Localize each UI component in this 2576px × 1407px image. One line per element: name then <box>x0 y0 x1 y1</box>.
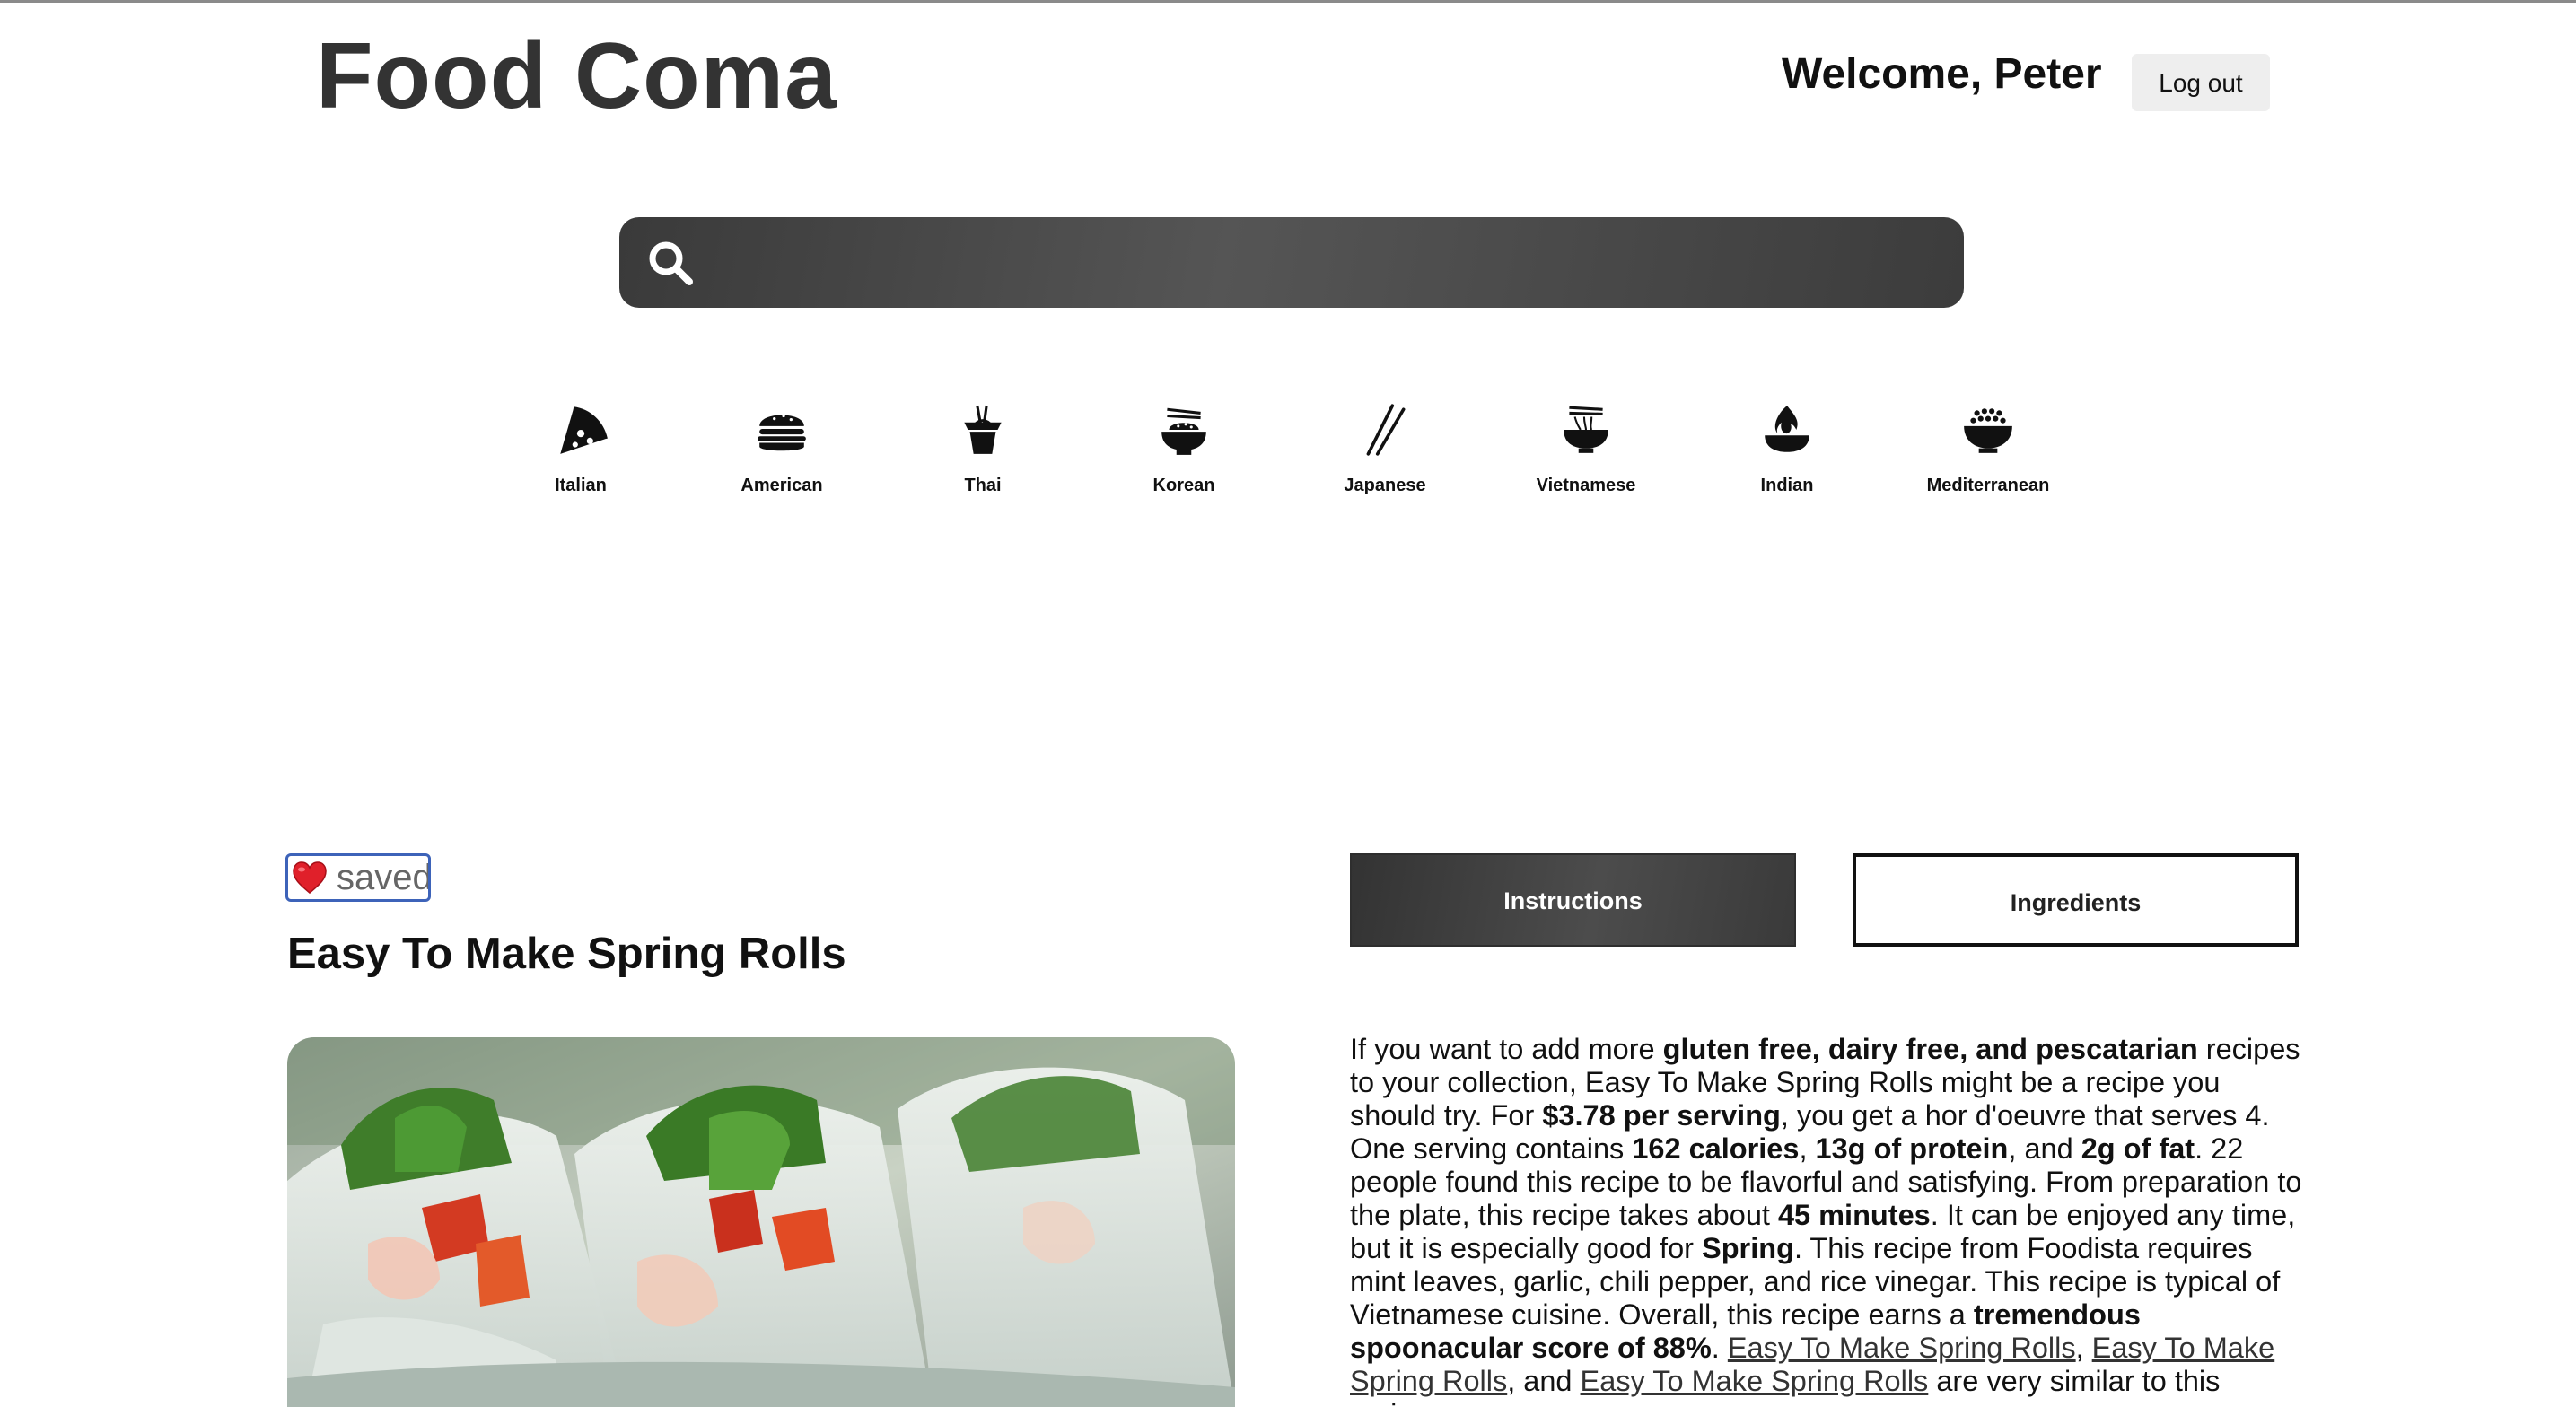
search-icon[interactable] <box>646 239 695 287</box>
summary-text: , <box>2075 1332 2092 1364</box>
recipe-image <box>287 1037 1235 1407</box>
search-input[interactable] <box>709 217 1951 310</box>
summary-text: , <box>1799 1132 1816 1165</box>
cuisine-label: Italian <box>555 476 607 495</box>
takeout-box-icon <box>964 405 1002 454</box>
summary-highlight: 2g of fat <box>2081 1132 2195 1165</box>
cuisine-item-italian[interactable]: Italian <box>480 402 681 496</box>
cuisine-item-japanese[interactable]: Japanese <box>1284 402 1485 496</box>
pizza-icon <box>560 406 608 454</box>
heart-icon <box>293 861 327 894</box>
logout-button[interactable]: Log out <box>2132 54 2270 111</box>
recipe-summary: If you want to add more gluten free, dai… <box>1350 1033 2307 1407</box>
cuisine-label: Japanese <box>1344 476 1426 495</box>
chopsticks-icon <box>1366 404 1406 456</box>
cuisine-label: Vietnamese <box>1536 476 1636 495</box>
summary-highlight: gluten free, dairy free, and pescatarian <box>1662 1033 2198 1065</box>
recipe-title: Easy To Make Spring Rolls <box>287 930 846 978</box>
summary-text: , and <box>1507 1365 1581 1397</box>
summary-highlight: 162 calories <box>1632 1132 1800 1165</box>
saved-toggle-button[interactable]: saved <box>285 853 431 902</box>
saved-label: saved <box>337 857 431 897</box>
welcome-message: Welcome, Peter <box>1782 50 2102 98</box>
summary-highlight: 45 minutes <box>1777 1199 1931 1231</box>
search-bar[interactable] <box>619 217 1964 310</box>
summary-highlight: 13g of protein <box>1815 1132 2009 1165</box>
rice-bowl-chopsticks-icon <box>1161 407 1206 455</box>
flame-bowl-icon <box>1765 406 1809 452</box>
summary-highlight: $3.78 per serving <box>1542 1099 1781 1132</box>
spring-rolls-photo <box>287 1037 1235 1407</box>
summary-text: If you want to add more <box>1350 1033 1663 1065</box>
summary-text: , and <box>2008 1132 2081 1165</box>
page: Food Coma Welcome, Peter Log out Italian <box>0 0 2576 1407</box>
grain-bowl-icon <box>1964 408 2012 453</box>
cuisine-item-mediterranean[interactable]: Mediterranean <box>1888 402 2089 496</box>
noodle-bowl-icon <box>1564 406 1608 453</box>
cuisine-label: Korean <box>1152 476 1215 495</box>
summary-text: . <box>1711 1332 1728 1364</box>
cuisine-item-korean[interactable]: Korean <box>1083 402 1284 496</box>
cuisine-item-american[interactable]: American <box>681 402 882 496</box>
cuisine-list: Italian American Thai Korean Japanese Vi… <box>480 402 2096 519</box>
similar-recipe-link[interactable]: Easy To Make Spring Rolls <box>1581 1365 1929 1397</box>
summary-highlight: Spring <box>1702 1232 1794 1264</box>
tab-instructions[interactable]: Instructions <box>1350 853 1796 947</box>
similar-recipe-link[interactable]: Easy To Make Spring Rolls <box>1728 1332 2076 1364</box>
cuisine-item-thai[interactable]: Thai <box>882 402 1083 496</box>
cuisine-item-vietnamese[interactable]: Vietnamese <box>1485 402 1687 496</box>
brand-logo[interactable]: Food Coma <box>316 30 837 123</box>
tab-ingredients[interactable]: Ingredients <box>1853 853 2299 947</box>
burger-icon <box>758 414 806 451</box>
cuisine-label: American <box>740 476 823 495</box>
cuisine-label: Thai <box>964 476 1002 495</box>
cuisine-item-indian[interactable]: Indian <box>1687 402 1888 496</box>
cuisine-label: Indian <box>1760 476 1814 495</box>
cuisine-label: Mediterranean <box>1926 476 2050 495</box>
